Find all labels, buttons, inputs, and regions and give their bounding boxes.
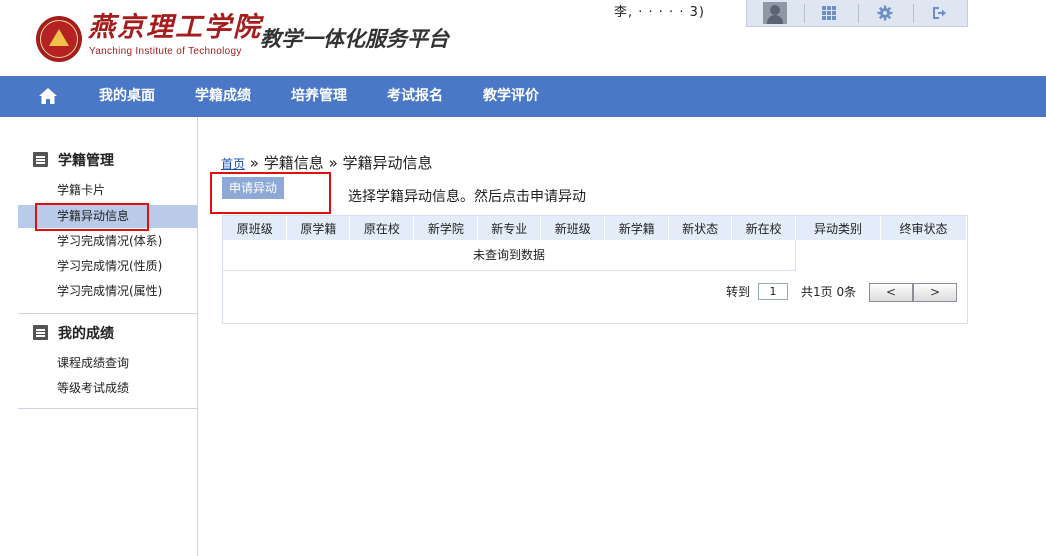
school-name-en: Yanching Institute of Technology <box>89 46 242 57</box>
column-header: 新班级 <box>540 216 606 240</box>
user-name: 李, · · · · · 3) <box>614 5 705 20</box>
divider <box>804 4 805 23</box>
nav-item-training[interactable]: 培养管理 <box>291 76 347 117</box>
nav-item-status-grades[interactable]: 学籍成绩 <box>195 76 251 117</box>
page-summary: 共1页 0条 <box>801 285 857 299</box>
logout-icon[interactable] <box>929 3 949 23</box>
page-number-input[interactable]: 1 <box>758 283 788 300</box>
breadcrumb-separator: » <box>249 154 259 172</box>
sidebar-item-completion-nature[interactable]: 学习完成情况(性质) <box>18 255 197 278</box>
divider <box>858 4 859 23</box>
column-header: 异动类别 <box>795 216 882 240</box>
sidebar-item-level-exam-grades[interactable]: 等级考试成绩 <box>18 377 197 400</box>
instruction-text: 选择学籍异动信息。然后点击申请异动 <box>348 189 586 205</box>
column-header: 新在校 <box>731 216 797 240</box>
nav-item-desktop[interactable]: 我的桌面 <box>99 76 155 117</box>
breadcrumb: 首页 » 学籍信息 » 学籍异动信息 <box>221 152 433 174</box>
school-seal-logo <box>36 16 82 62</box>
column-header: 原班级 <box>223 216 288 240</box>
home-icon[interactable] <box>36 84 60 108</box>
nav-item-exam-registration[interactable]: 考试报名 <box>387 76 443 117</box>
breadcrumb-level2: 学籍异动信息 <box>342 154 433 172</box>
column-header: 新学籍 <box>604 216 670 240</box>
breadcrumb-level1: 学籍信息 <box>263 154 324 172</box>
sidebar-group-title: 我的成绩 <box>58 326 114 342</box>
column-header: 终审状态 <box>880 216 967 240</box>
sidebar-item-completion-system[interactable]: 学习完成情况(体系) <box>18 230 197 253</box>
nav-item-teaching-evaluation[interactable]: 教学评价 <box>483 76 539 117</box>
empty-message: 未查询到数据 <box>223 240 797 271</box>
school-name-cn: 燕京理工学院 <box>88 12 262 43</box>
column-header: 新专业 <box>477 216 542 240</box>
column-header: 原学籍 <box>286 216 351 240</box>
breadcrumb-home-link[interactable]: 首页 <box>221 157 245 171</box>
grid-apps-icon[interactable] <box>819 3 839 23</box>
sidebar-group-grades: 我的成绩 <box>33 324 114 344</box>
highlight-box <box>35 203 149 231</box>
sidebar-divider <box>18 408 197 409</box>
column-header: 原在校 <box>349 216 415 240</box>
platform-title: 教学一体化服务平台 <box>260 27 449 51</box>
sidebar-item-completion-attribute[interactable]: 学习完成情况(属性) <box>18 280 197 303</box>
sidebar-divider <box>18 313 197 314</box>
sidebar-group-status: 学籍管理 <box>33 151 114 171</box>
highlight-box <box>210 172 331 214</box>
avatar[interactable] <box>763 2 787 24</box>
next-page-button[interactable]: > <box>913 283 957 302</box>
divider <box>913 4 914 23</box>
sidebar-item-status-card[interactable]: 学籍卡片 <box>18 179 197 202</box>
table-header-row: 原班级 原学籍 原在校 新学院 新专业 新班级 新学籍 新状态 新在校 异动类别… <box>223 216 967 240</box>
list-icon <box>33 152 48 167</box>
user-toolbar <box>746 0 968 27</box>
table-row: 未查询到数据 <box>223 240 967 271</box>
column-header: 新状态 <box>668 216 733 240</box>
goto-label: 转到 <box>726 285 751 299</box>
header: 燕京理工学院 Yanching Institute of Technology … <box>0 0 1046 76</box>
list-icon <box>33 325 48 340</box>
sidebar-item-course-grades[interactable]: 课程成绩查询 <box>18 352 197 375</box>
prev-page-button[interactable]: < <box>869 283 913 302</box>
status-change-table: 原班级 原学籍 原在校 新学院 新专业 新班级 新学籍 新状态 新在校 异动类别… <box>222 215 968 324</box>
breadcrumb-separator: » <box>328 154 338 172</box>
gear-icon[interactable] <box>875 3 895 23</box>
main-nav: 我的桌面 学籍成绩 培养管理 考试报名 教学评价 <box>0 76 1046 117</box>
sidebar-group-title: 学籍管理 <box>58 153 114 169</box>
column-header: 新学院 <box>413 216 479 240</box>
